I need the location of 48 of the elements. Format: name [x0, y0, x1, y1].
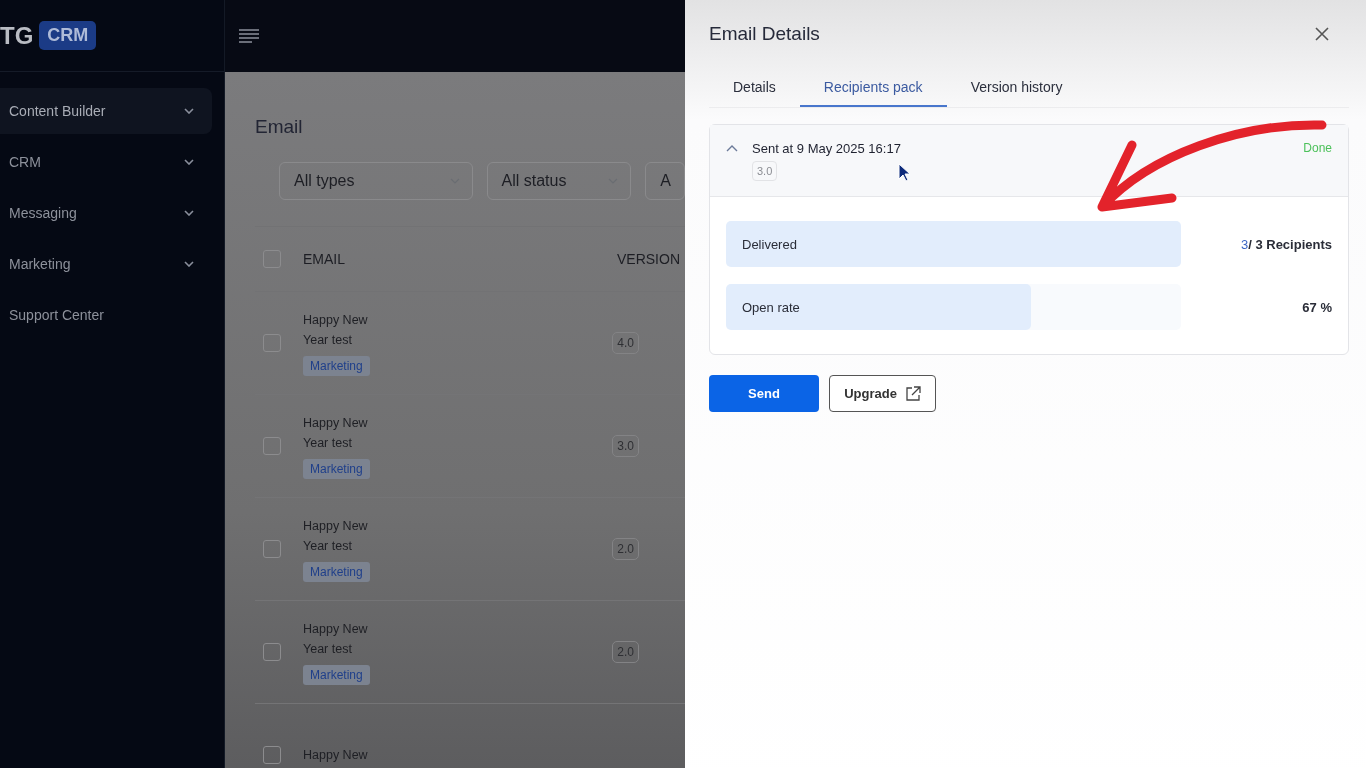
stat-bar: Open rate: [726, 284, 1031, 330]
page-title: Email: [255, 116, 304, 138]
checkbox[interactable]: [263, 437, 281, 455]
tag: Marketing: [303, 459, 370, 479]
stat-bar: Delivered: [726, 221, 1181, 267]
column-header: EMAIL: [303, 251, 345, 267]
external-link-icon: [904, 385, 921, 402]
sidebar-item[interactable]: Marketing: [0, 241, 212, 287]
email-name: Happy New Year test: [303, 415, 369, 452]
status-text: Done: [1303, 141, 1332, 155]
logo-badge: CRM: [39, 21, 97, 50]
tab[interactable]: Details: [709, 79, 800, 107]
filter-dropdown[interactable]: All types: [279, 162, 473, 200]
action-button[interactable]: Upgrade: [829, 375, 936, 412]
logo-text: TG: [0, 21, 34, 50]
filter-dropdown[interactable]: All status: [486, 162, 632, 200]
close-icon[interactable]: [1315, 27, 1329, 41]
tag: Marketing: [303, 356, 370, 376]
version-badge: 4.0: [612, 332, 639, 354]
version-badge: 3.0: [752, 161, 778, 181]
chevron-up-icon[interactable]: [726, 145, 738, 152]
email-name: Happy New Year test: [303, 312, 369, 349]
checkbox[interactable]: [263, 540, 281, 558]
stat-reading: / 3 Recipients: [1248, 236, 1332, 252]
sidebar-item[interactable]: Content Builder: [0, 88, 212, 134]
action-button[interactable]: Send: [709, 375, 819, 412]
tag: Marketing: [303, 562, 370, 582]
tag: Marketing: [303, 665, 370, 685]
email-name: Happy New Year test: [303, 518, 369, 555]
sent-time: Sent at 9 May 2025 16:17: [752, 141, 901, 156]
version-badge: 3.0: [612, 435, 639, 457]
drawer-title: Email Details: [709, 23, 820, 45]
email-name: Happy New Year test: [303, 621, 369, 658]
checkbox[interactable]: [263, 746, 281, 764]
pointer-icon: [898, 163, 912, 183]
menu-icon[interactable]: [239, 29, 259, 43]
tab[interactable]: Version history: [946, 79, 1087, 107]
delivered-count: 3: [1240, 236, 1249, 252]
email-name: Happy New: [303, 747, 369, 764]
sidebar-item[interactable]: Messaging: [0, 190, 212, 236]
sidebar-item[interactable]: Support Center: [0, 292, 212, 338]
sidebar-item[interactable]: CRM: [0, 139, 212, 185]
checkbox[interactable]: [263, 334, 281, 352]
version-badge: 2.0: [612, 538, 639, 560]
stat-reading: 67 %: [1302, 299, 1332, 315]
column-header: VERSION: [617, 251, 681, 267]
tab[interactable]: Recipients pack: [799, 79, 947, 107]
checkbox[interactable]: [263, 643, 281, 661]
